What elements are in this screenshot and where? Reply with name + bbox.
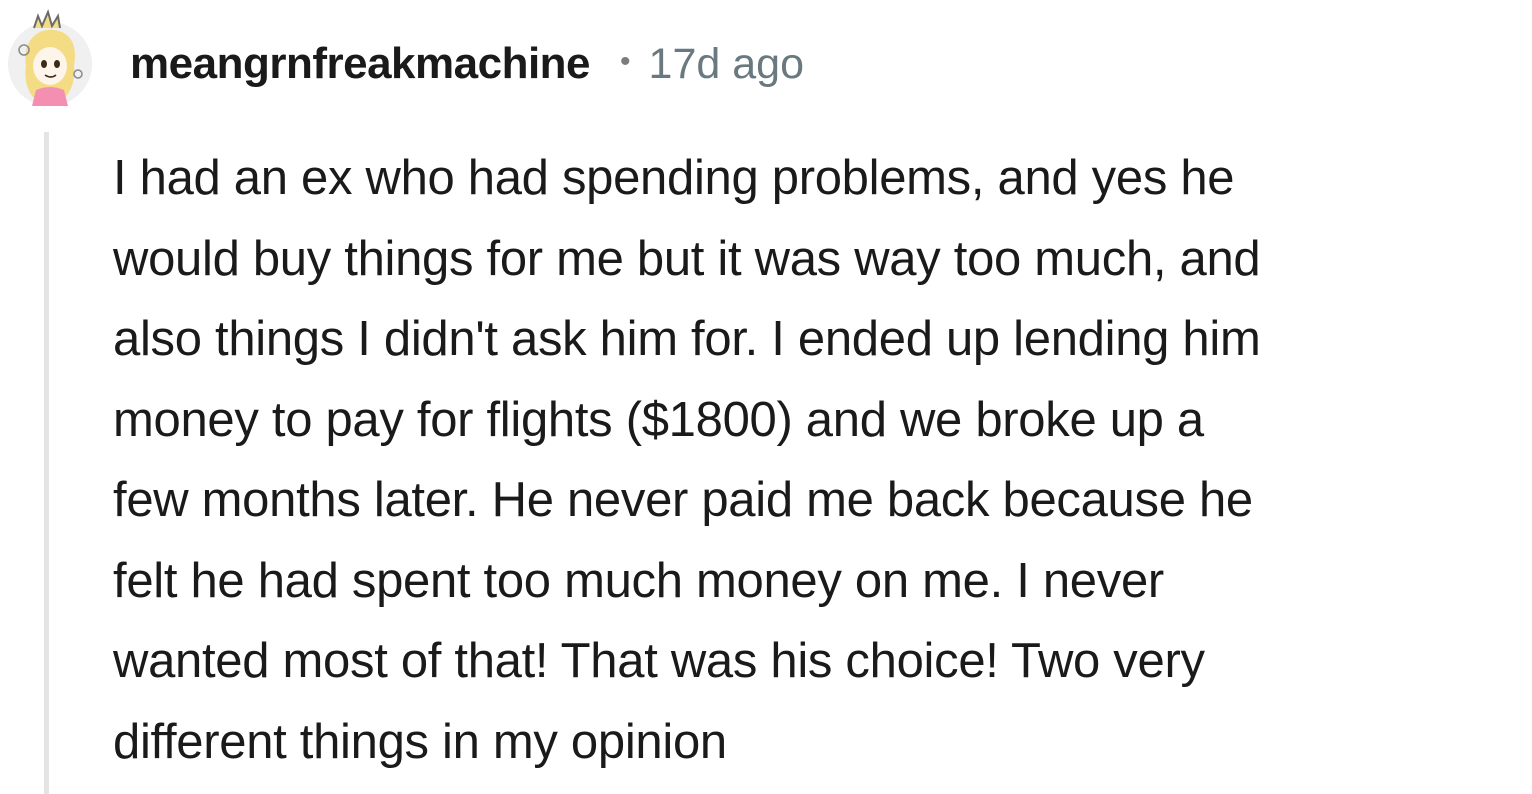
comment-body-line: I had an ex who had spending problems, a…: [113, 151, 1235, 205]
timestamp[interactable]: 17d ago: [649, 40, 804, 89]
thread-collapse-line[interactable]: [44, 132, 49, 794]
separator-dot: •: [620, 45, 631, 78]
comment-body-line: money to pay for flights ($1800) and we …: [113, 392, 1204, 447]
username-link[interactable]: meangrnfreakmachine: [130, 39, 591, 89]
comment: meangrnfreakmachine • 17d ago I had an e…: [0, 0, 1532, 794]
comment-body-line: would buy things for me but it was way t…: [113, 231, 1261, 286]
comment-body-line: felt he had spent too much money on me. …: [113, 553, 1164, 608]
comment-body-line: wanted most of that! That was his choice…: [113, 634, 1205, 688]
user-avatar-icon[interactable]: [4, 8, 96, 108]
comment-body-line: also things I didn't ask him for. I ende…: [113, 312, 1261, 366]
comment-header: meangrnfreakmachine • 17d ago: [130, 34, 804, 94]
comment-body-line: few months later. He never paid me back …: [113, 473, 1253, 527]
comment-body: I had an ex who had spending problems, a…: [113, 138, 1508, 782]
comment-body-line: different things in my opinion: [113, 714, 727, 769]
